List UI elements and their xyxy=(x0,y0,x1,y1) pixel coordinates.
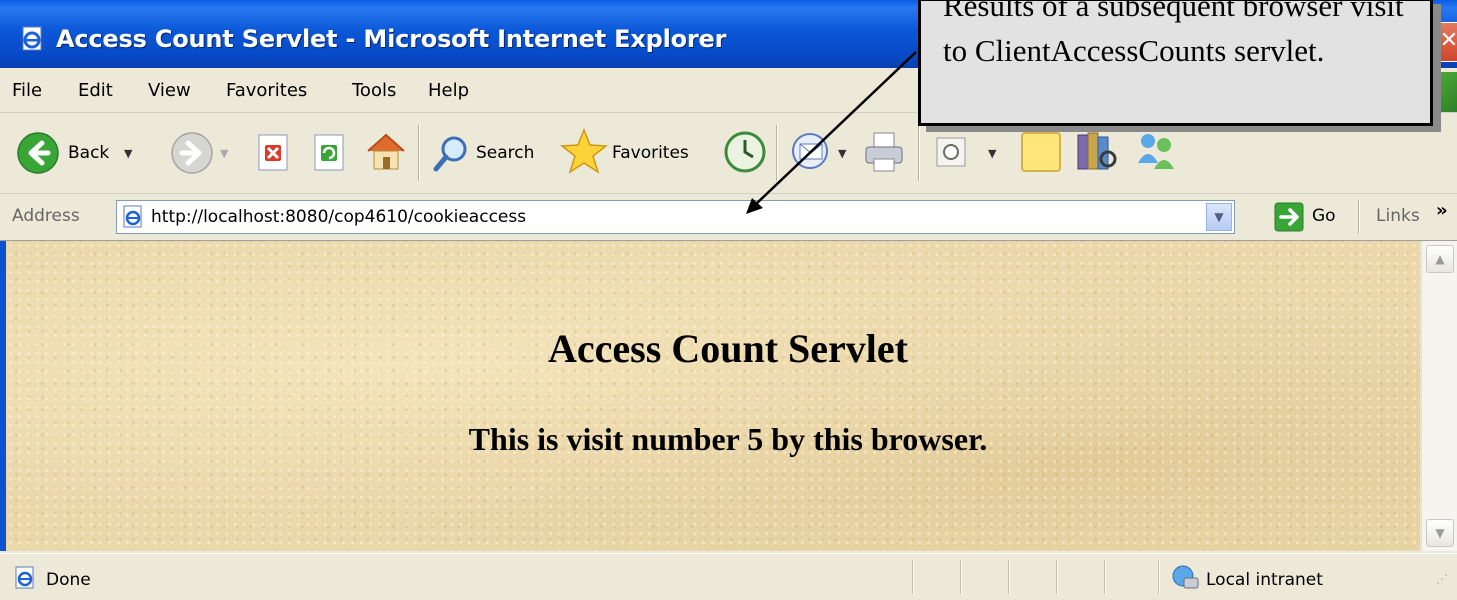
status-divider xyxy=(1158,560,1160,594)
address-input[interactable]: http://localhost:8080/cop4610/cookieacce… xyxy=(116,200,1235,234)
forward-dropdown-icon[interactable]: ▼ xyxy=(220,147,228,160)
ie-page-icon xyxy=(15,566,34,589)
security-zone: Local intranet xyxy=(1206,570,1323,590)
browser-window: Access Count Servlet - Microsoft Interne… xyxy=(0,0,1457,600)
toolbar-separator xyxy=(918,125,920,181)
search-label[interactable]: Search xyxy=(476,143,534,163)
history-icon[interactable] xyxy=(722,129,768,175)
status-text: Done xyxy=(46,570,91,590)
forward-icon[interactable] xyxy=(170,131,214,175)
toolbar-separator xyxy=(1358,200,1360,234)
refresh-icon[interactable] xyxy=(310,133,350,173)
home-icon[interactable] xyxy=(364,129,408,173)
page-heading: Access Count Servlet xyxy=(548,326,908,371)
mail-dropdown-icon[interactable]: ▼ xyxy=(838,147,846,160)
mail-icon[interactable] xyxy=(790,131,834,171)
edit-icon[interactable] xyxy=(934,135,968,169)
vertical-scrollbar[interactable]: ▲ ▼ xyxy=(1421,241,1457,551)
status-divider xyxy=(1104,560,1106,594)
window-title: Access Count Servlet - Microsoft Interne… xyxy=(56,25,727,53)
menu-edit[interactable]: Edit xyxy=(78,80,113,101)
back-dropdown-icon[interactable]: ▼ xyxy=(124,147,132,160)
page-content: Access Count Servlet This is visit numbe… xyxy=(6,241,1420,551)
menu-view[interactable]: View xyxy=(148,80,191,101)
links-label[interactable]: Links xyxy=(1376,206,1420,226)
scroll-down-icon[interactable]: ▼ xyxy=(1426,519,1454,547)
callout-text: Results of a subsequent browser visit to… xyxy=(943,0,1404,68)
stop-icon[interactable] xyxy=(254,133,294,173)
annotation-callout: Results of a subsequent browser visit to… xyxy=(918,0,1433,126)
address-url[interactable]: http://localhost:8080/cop4610/cookieacce… xyxy=(151,207,526,227)
favorites-label[interactable]: Favorites xyxy=(612,143,689,163)
print-icon[interactable] xyxy=(862,129,908,175)
ie-page-icon xyxy=(123,205,142,228)
menu-file[interactable]: File xyxy=(12,80,42,101)
chevron-down-icon[interactable]: ▼ xyxy=(1206,203,1232,231)
research-icon[interactable] xyxy=(1072,127,1120,175)
local-intranet-icon xyxy=(1172,565,1199,589)
toolbar-separator xyxy=(418,125,420,181)
scroll-up-icon[interactable]: ▲ xyxy=(1426,245,1454,273)
messenger-icon[interactable] xyxy=(1132,127,1180,175)
links-more-icon[interactable]: » xyxy=(1436,200,1448,221)
menu-favorites[interactable]: Favorites xyxy=(226,80,307,101)
edit-dropdown-icon[interactable]: ▼ xyxy=(988,147,996,160)
notes-icon[interactable] xyxy=(1018,129,1064,175)
address-bar: Address http://localhost:8080/cop4610/co… xyxy=(0,194,1457,241)
resize-grip-icon[interactable]: ⋰ xyxy=(1436,572,1448,586)
status-divider xyxy=(1008,560,1010,594)
go-button[interactable]: Go xyxy=(1312,206,1336,226)
status-bar: Done Local intranet xyxy=(0,553,1457,600)
menu-tools[interactable]: Tools xyxy=(352,80,396,101)
favorites-star-icon[interactable] xyxy=(560,127,608,175)
back-icon[interactable] xyxy=(16,131,60,175)
toolbar-separator xyxy=(776,125,778,181)
search-icon[interactable] xyxy=(430,131,470,175)
visit-count-text: This is visit number 5 by this browser. xyxy=(468,421,988,457)
address-label: Address xyxy=(12,206,80,226)
ie-page-icon xyxy=(22,26,42,51)
back-label[interactable]: Back xyxy=(68,143,109,163)
status-divider xyxy=(960,560,962,594)
status-divider xyxy=(912,560,914,594)
go-arrow-icon[interactable] xyxy=(1274,202,1304,232)
status-divider xyxy=(1056,560,1058,594)
menu-help[interactable]: Help xyxy=(428,80,469,101)
